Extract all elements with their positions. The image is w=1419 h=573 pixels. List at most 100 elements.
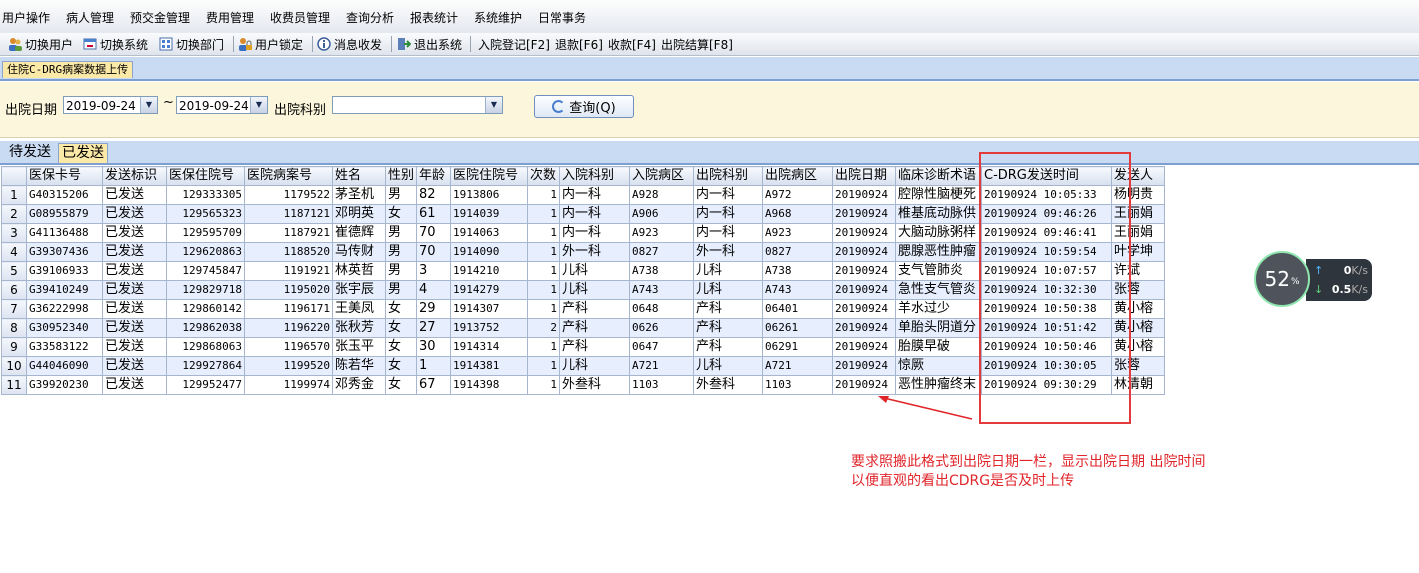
table-cell: 支气管肺炎 (895, 261, 982, 281)
table-cell: 外一科 (559, 242, 630, 262)
menu-system[interactable]: 系统维护 (474, 9, 522, 26)
switch-dept-button[interactable]: 切换部门 (159, 36, 224, 52)
row-number[interactable]: 7 (1, 299, 27, 319)
tab-pending[interactable]: 待发送 (6, 143, 54, 162)
column-header[interactable]: 次数 (527, 166, 560, 186)
table-cell: 0827 (762, 242, 833, 262)
menu-fee[interactable]: 费用管理 (206, 9, 254, 26)
table-cell: 129862038 (166, 318, 245, 338)
row-number[interactable]: 10 (1, 356, 27, 376)
column-header[interactable]: 性别 (385, 166, 417, 186)
annotation-line-2: 以便直观的看出CDRG是否及时上传 (851, 473, 1075, 489)
switch-user-button[interactable]: 切换用户 (8, 36, 73, 52)
menu-user-ops[interactable]: 用户操作 (2, 9, 50, 26)
row-number[interactable]: 2 (1, 204, 27, 224)
table-cell: 外叁科 (559, 375, 630, 395)
row-number[interactable]: 5 (1, 261, 27, 281)
tab-sent[interactable]: 已发送 (58, 143, 108, 163)
toolbar-separator (470, 36, 471, 52)
table-cell: 1914210 (450, 261, 528, 281)
table-cell: 1188520 (244, 242, 333, 262)
table-cell: 1196171 (244, 299, 333, 319)
department-icon (159, 37, 173, 51)
row-number[interactable]: 6 (1, 280, 27, 300)
row-number[interactable]: 11 (1, 375, 27, 395)
user-lock-icon (238, 37, 252, 51)
table-cell: 20190924 (832, 356, 896, 376)
column-header[interactable]: 医保住院号 (166, 166, 245, 186)
refund-button[interactable]: 退款[F6] (555, 36, 603, 52)
table-cell: 06291 (762, 337, 833, 357)
column-header[interactable]: 入院科别 (559, 166, 630, 186)
menu-patient[interactable]: 病人管理 (66, 9, 114, 26)
table-cell: 1914307 (450, 299, 528, 319)
date-to-picker[interactable]: 2019-09-24 ▼ (176, 96, 268, 114)
table-cell: 儿科 (559, 280, 630, 300)
table-cell: 已发送 (102, 223, 167, 243)
row-number[interactable]: 3 (1, 223, 27, 243)
table-cell: 70 (416, 242, 451, 262)
table-cell: 陈若华 (332, 356, 386, 376)
date-from-picker[interactable]: 2019-09-24 ▼ (63, 96, 158, 114)
table-cell: 1191921 (244, 261, 333, 281)
refresh-icon (552, 100, 566, 113)
column-header[interactable]: 出院日期 (832, 166, 896, 186)
chevron-down-icon[interactable]: ▼ (250, 97, 267, 113)
table-cell: 129333305 (166, 185, 245, 205)
payment-button[interactable]: 收款[F4] (608, 36, 656, 52)
table-cell: G44046090 (26, 356, 103, 376)
network-speed-widget[interactable]: ↑ 0K/s ↓ 0.5K/s 52% (1254, 251, 1372, 309)
user-lock-button[interactable]: 用户锁定 (238, 36, 303, 52)
exit-button[interactable]: 退出系统 (397, 36, 462, 52)
status-tabs: 待发送 已发送 (0, 141, 1419, 165)
menu-cashier[interactable]: 收费员管理 (270, 9, 330, 26)
query-button[interactable]: 查询(Q) (534, 95, 634, 118)
table-cell: G33583122 (26, 337, 103, 357)
upload-rate-unit: K/s (1351, 264, 1368, 277)
column-header[interactable]: 年龄 (416, 166, 451, 186)
menu-prepay[interactable]: 预交金管理 (130, 9, 190, 26)
column-header[interactable]: 医院住院号 (450, 166, 528, 186)
table-cell: 20190924 (832, 223, 896, 243)
column-header[interactable]: 医院病案号 (244, 166, 333, 186)
row-number[interactable]: 9 (1, 337, 27, 357)
table-cell: 129860142 (166, 299, 245, 319)
column-header[interactable]: 姓名 (332, 166, 386, 186)
message-button[interactable]: 消息收发 (317, 36, 382, 52)
admission-button[interactable]: 入院登记[F2] (478, 36, 550, 52)
table-cell: 外叁科 (693, 375, 763, 395)
table-cell: 2 (527, 318, 560, 338)
discharge-settle-button[interactable]: 出院结算[F8] (661, 36, 733, 52)
table-cell: 1199974 (244, 375, 333, 395)
column-header[interactable]: 临床诊断术语 (895, 166, 982, 186)
chevron-down-icon[interactable]: ▼ (140, 97, 157, 113)
column-header[interactable]: 出院科别 (693, 166, 763, 186)
table-cell: 1 (527, 375, 560, 395)
column-header[interactable]: 入院病区 (629, 166, 694, 186)
menu-daily[interactable]: 日常事务 (538, 9, 586, 26)
table-cell: 腔隙性脑梗死 (895, 185, 982, 205)
menu-report[interactable]: 报表统计 (410, 9, 458, 26)
table-cell: 女 (385, 318, 417, 338)
table-cell: 1914279 (450, 280, 528, 300)
row-number[interactable]: 1 (1, 185, 27, 205)
table-cell: 129927864 (166, 356, 245, 376)
column-header[interactable]: 出院病区 (762, 166, 833, 186)
column-header[interactable]: 医保卡号 (26, 166, 103, 186)
switch-system-button[interactable]: 切换系统 (83, 36, 148, 52)
tab-cdrg-upload[interactable]: 住院C-DRG病案数据上传 (2, 61, 134, 78)
discharge-dept-select[interactable]: ▼ (332, 96, 503, 114)
row-number[interactable]: 8 (1, 318, 27, 338)
chevron-down-icon[interactable]: ▼ (485, 97, 502, 113)
menu-query[interactable]: 查询分析 (346, 9, 394, 26)
table-cell: 已发送 (102, 204, 167, 224)
table-cell: 已发送 (102, 261, 167, 281)
table-cell: 邓明英 (332, 204, 386, 224)
table-cell: 1913752 (450, 318, 528, 338)
table-cell: 张玉平 (332, 337, 386, 357)
table-cell: 1 (527, 223, 560, 243)
column-header[interactable]: 发送标识 (102, 166, 167, 186)
table-cell: 20190924 (832, 185, 896, 205)
grid-corner-header[interactable] (1, 166, 27, 186)
row-number[interactable]: 4 (1, 242, 27, 262)
